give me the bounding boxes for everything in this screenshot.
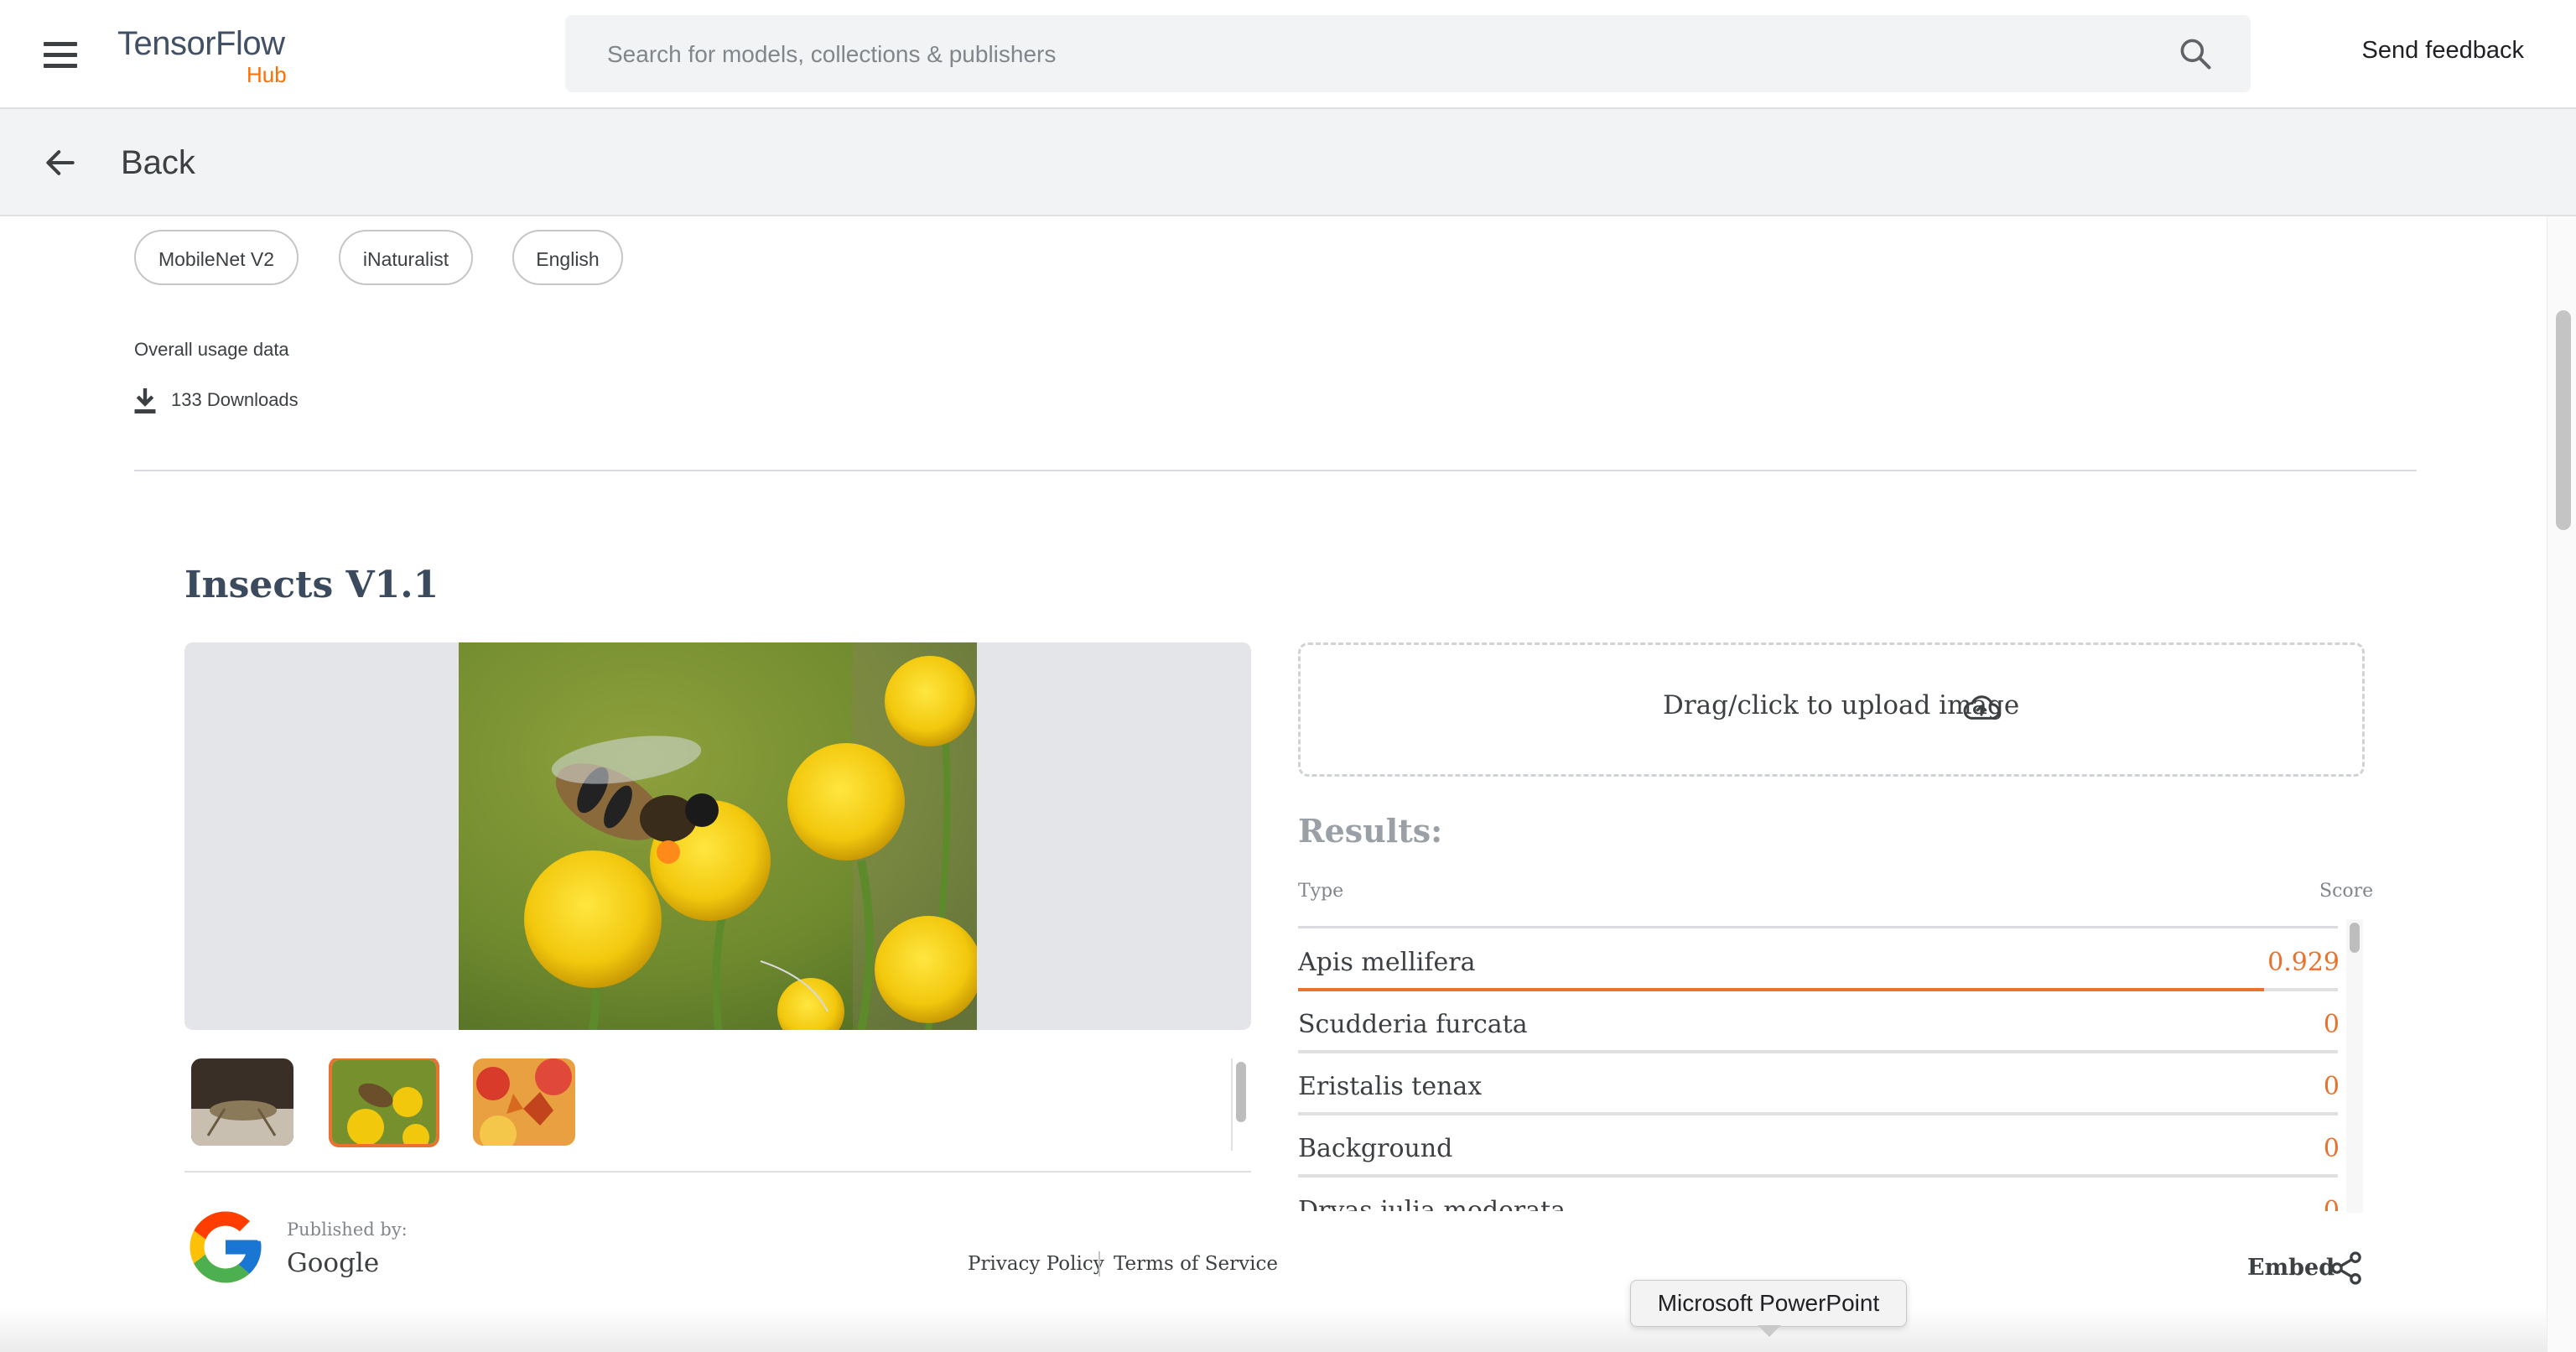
usage-title: Overall usage data [134, 339, 289, 360]
result-row: Scudderia furcata 0 [1298, 991, 2340, 1053]
share-icon[interactable] [2328, 1250, 2365, 1287]
thumbnail-butterfly[interactable] [473, 1058, 575, 1146]
result-score: 0.929 [2267, 948, 2340, 977]
search-icon[interactable] [2177, 35, 2214, 72]
result-score: 0 [2323, 1072, 2340, 1101]
bee-on-flower-image [459, 642, 977, 1030]
result-type: Background [1298, 1134, 1453, 1163]
download-count: 133 Downloads [171, 389, 299, 410]
upload-dropzone[interactable]: Drag/click to upload image [1298, 642, 2365, 777]
column-header-type: Type [1298, 881, 1344, 902]
result-row: Eristalis tenax 0 [1298, 1053, 2340, 1115]
demo-title: Insects V1.1 [184, 564, 439, 606]
embed-button[interactable]: Embed [2247, 1255, 2334, 1281]
thumbnail-bee[interactable] [329, 1058, 439, 1147]
download-icon [134, 388, 156, 413]
tensorflow-hub-logo[interactable]: TensorFlow Hub [117, 25, 287, 87]
terms-of-service-link[interactable]: Terms of Service [1114, 1253, 1278, 1275]
publisher-name[interactable]: Google [287, 1248, 379, 1278]
column-header-score: Score [2319, 881, 2374, 902]
page-scrollbar-thumb[interactable] [2556, 310, 2571, 530]
bee-thumbnail-image [332, 1060, 436, 1144]
image-viewer [184, 642, 1251, 1030]
thumbnail-scrollbar-thumb[interactable] [1236, 1062, 1246, 1122]
google-logo-icon [190, 1211, 262, 1283]
cloud-upload-icon [1963, 695, 2000, 720]
top-app-bar: TensorFlow Hub Send feedback [0, 0, 2576, 109]
results-scrollbar-thumb[interactable] [2350, 923, 2360, 953]
section-divider [134, 470, 2417, 471]
menu-icon[interactable] [37, 35, 84, 72]
result-row: Background 0 [1298, 1115, 2340, 1178]
back-bar: Back [0, 109, 2576, 216]
thumbnail-grasshopper[interactable] [191, 1058, 293, 1146]
butterfly-image [473, 1058, 575, 1146]
result-type: Eristalis tenax [1298, 1072, 1483, 1101]
grasshopper-image [191, 1058, 293, 1146]
footer-separator [1098, 1251, 1100, 1277]
results-list: Apis mellifera 0.929 Scudderia furcata 0… [1298, 929, 2350, 1211]
dock-shadow [0, 1308, 2547, 1352]
result-type: Dryas julia moderata [1298, 1196, 1566, 1211]
search-bar[interactable] [565, 15, 2251, 92]
result-type: Apis mellifera [1298, 948, 1476, 977]
back-button[interactable]: Back [121, 144, 195, 182]
publisher-label: Published by: [287, 1219, 408, 1240]
tag-chip[interactable]: English [512, 230, 623, 285]
logo-subtext: Hub [247, 62, 287, 87]
result-type: Scudderia furcata [1298, 1010, 1528, 1039]
send-feedback-button[interactable]: Send feedback [2362, 37, 2524, 65]
result-score: 0 [2323, 1196, 2340, 1211]
results-header-divider [1298, 926, 2338, 928]
thumbnail-strip[interactable] [184, 1058, 1251, 1173]
results-title: Results: [1298, 812, 1443, 850]
logo-text: TensorFlow [117, 25, 285, 62]
search-input[interactable] [605, 34, 2168, 75]
result-score: 0 [2323, 1010, 2340, 1039]
result-row: Dryas julia moderata 0 [1298, 1178, 2340, 1211]
tooltip-pointer [1758, 1325, 1781, 1337]
back-arrow-icon[interactable] [40, 144, 80, 181]
dock-tooltip: Microsoft PowerPoint [1630, 1280, 1907, 1327]
tag-chip[interactable]: iNaturalist [339, 230, 473, 285]
result-score: 0 [2323, 1134, 2340, 1163]
thumbnail-scrollbar-track [1231, 1058, 1233, 1151]
tag-chip[interactable]: MobileNet V2 [134, 230, 299, 285]
result-row: Apis mellifera 0.929 [1298, 929, 2340, 991]
privacy-policy-link[interactable]: Privacy Policy [968, 1253, 1104, 1275]
